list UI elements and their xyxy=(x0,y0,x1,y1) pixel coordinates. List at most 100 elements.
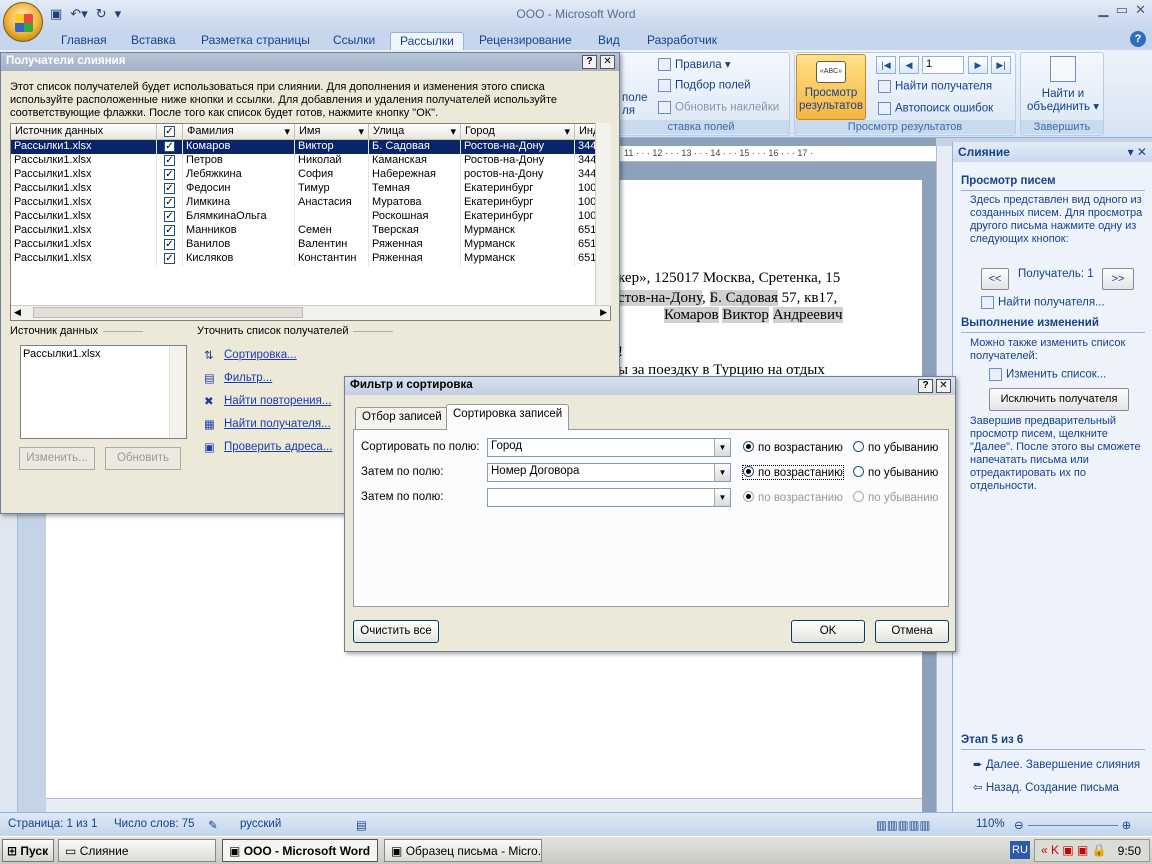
table-row[interactable]: Рассылки1.xlsx ✓ Лебяжкина София Набережная р… xyxy=(11,168,610,182)
tray-icons[interactable]: « K ▣ ▣ 🔒 xyxy=(1041,843,1107,857)
source-list-scrollbar[interactable] xyxy=(169,346,186,438)
cell-include-checkbox[interactable]: ✓ xyxy=(157,238,183,252)
close-icon[interactable]: ✕ xyxy=(936,379,951,393)
data-source-item[interactable]: Рассылки1.xlsx xyxy=(23,348,101,360)
page-count[interactable]: Страница: 1 из 1 xyxy=(8,818,97,830)
grid-horizontal-scrollbar[interactable]: ◀ ▶ xyxy=(11,305,610,320)
office-button[interactable] xyxy=(3,2,43,42)
table-row[interactable]: Рассылки1.xlsx ✓ Комаров Виктор Б. Садовая Ро… xyxy=(11,140,610,154)
insert-field-partial[interactable]: поле xyxy=(622,92,647,104)
cell-include-checkbox[interactable]: ✓ xyxy=(157,210,183,224)
record-number-input[interactable]: 1 xyxy=(922,56,964,74)
maximize-icon[interactable]: ▭ xyxy=(1116,2,1128,17)
cell-include-checkbox[interactable]: ✓ xyxy=(157,168,183,182)
table-row[interactable]: Рассылки1.xlsx ✓ Ванилов Валентин Ряженная Му… xyxy=(11,238,610,252)
help-icon[interactable]: ? xyxy=(918,379,933,393)
taskbar-item-letter[interactable]: ▣ Образец письма - Micro... xyxy=(384,839,542,862)
rules-button[interactable]: Правила ▾ xyxy=(658,57,731,72)
grid-vertical-scrollbar[interactable] xyxy=(595,123,611,306)
column-header-surname[interactable]: Фамилия ▾ xyxy=(183,124,295,140)
help-icon[interactable]: ? xyxy=(582,55,597,69)
column-header-name[interactable]: Имя ▾ xyxy=(295,124,369,140)
next-step-link[interactable]: ➨ Далее. Завершение слияния xyxy=(973,757,1140,771)
table-row[interactable]: Рассылки1.xlsx ✓ Манников Семен Тверская Мурм… xyxy=(11,224,610,238)
cell-include-checkbox[interactable]: ✓ xyxy=(157,224,183,238)
task-pane-close-icon[interactable]: ▾ ✕ xyxy=(1128,145,1147,159)
autocheck-errors-button[interactable]: Автопоиск ошибок xyxy=(878,102,993,115)
word-count[interactable]: Число слов: 75 xyxy=(114,818,195,830)
sort3-ascending-radio[interactable]: по возрастанию xyxy=(743,491,843,504)
cancel-button[interactable]: Отмена xyxy=(875,620,949,643)
tab-mailings[interactable]: Рассылки xyxy=(390,32,464,50)
zoom-level[interactable]: 110% xyxy=(976,818,1005,830)
minimize-icon[interactable]: ▁ xyxy=(1098,2,1108,17)
tab-view[interactable]: Вид xyxy=(589,32,629,50)
last-record-button[interactable]: ▶| xyxy=(991,56,1011,74)
then-by-combo-2[interactable]: ▼ xyxy=(487,488,731,507)
tab-insert[interactable]: Вставка xyxy=(122,32,185,50)
match-fields-button[interactable]: Подбор полей xyxy=(658,79,751,92)
cell-include-checkbox[interactable]: ✓ xyxy=(157,196,183,210)
tab-page-layout[interactable]: Разметка страницы xyxy=(192,32,319,50)
document-horizontal-scrollbar[interactable] xyxy=(46,798,922,812)
find-recipient-button[interactable]: Найти получателя xyxy=(878,80,992,93)
macro-icon[interactable]: ▤ xyxy=(356,818,367,832)
edit-recipient-list-link[interactable]: Изменить список... xyxy=(989,368,1106,381)
first-record-button[interactable]: |◀ xyxy=(876,56,896,74)
cell-include-checkbox[interactable]: ✓ xyxy=(157,182,183,196)
input-language[interactable]: RU xyxy=(1010,841,1030,859)
scroll-thumb[interactable] xyxy=(33,307,303,318)
language[interactable]: русский xyxy=(240,818,281,830)
close-icon[interactable]: ✕ xyxy=(1135,2,1146,17)
recipients-grid[interactable]: Источник данных ✓ Фамилия ▾ Имя ▾ Улица ▾ Г… xyxy=(10,123,611,321)
tab-home[interactable]: Главная xyxy=(52,32,116,50)
next-record-button[interactable]: ▶ xyxy=(968,56,988,74)
prev-recipient-button[interactable]: << xyxy=(981,268,1009,290)
data-source-list[interactable]: Рассылки1.xlsx xyxy=(20,345,187,439)
start-button[interactable]: ⊞ Пуск xyxy=(2,839,54,862)
update-labels-button[interactable]: Обновить наклейки xyxy=(658,101,779,114)
zoom-slider[interactable]: ⊖ ⊕ xyxy=(1014,818,1140,832)
find-recipient-link[interactable]: ▦ Найти получателя... xyxy=(204,417,331,431)
exclude-recipient-button[interactable]: Исключить получателя xyxy=(989,388,1129,411)
sort-by-combo[interactable]: Город ▼ xyxy=(487,438,731,457)
taskbar-item-word[interactable]: ▣ ООО - Microsoft Word xyxy=(222,839,378,862)
table-row[interactable]: Рассылки1.xlsx ✓ Петров Николай Каманская Рос… xyxy=(11,154,610,168)
cell-include-checkbox[interactable]: ✓ xyxy=(157,140,183,154)
filter-link[interactable]: ▤ Фильтр... xyxy=(204,371,272,385)
scroll-right-icon[interactable]: ▶ xyxy=(600,307,607,318)
refresh-source-button[interactable]: Обновить xyxy=(105,447,181,470)
insert-field-partial2[interactable]: ля xyxy=(622,105,635,117)
edit-source-button[interactable]: Изменить... xyxy=(19,447,95,470)
sort2-ascending-radio[interactable]: по возрастанию xyxy=(742,465,844,480)
table-row[interactable]: Рассылки1.xlsx ✓ БлямкинаОльга Роскошная Ека… xyxy=(11,210,610,224)
sort2-descending-radio[interactable]: по убыванию xyxy=(853,466,938,479)
view-buttons-icon[interactable]: ▥▥▥▥▥ xyxy=(876,818,930,832)
sort1-descending-radio[interactable]: по убыванию xyxy=(853,441,938,454)
sort1-ascending-radio[interactable]: по возрастанию xyxy=(743,441,843,454)
column-header-city[interactable]: Город ▾ xyxy=(461,124,575,140)
spelling-icon[interactable]: ✎ xyxy=(208,818,218,832)
tab-filter-records[interactable]: Отбор записей xyxy=(355,407,449,429)
cell-include-checkbox[interactable]: ✓ xyxy=(157,252,183,266)
close-icon[interactable]: ✕ xyxy=(600,55,615,69)
table-row[interactable]: Рассылки1.xlsx ✓ Лимкина Анастасия Муратова Е… xyxy=(11,196,610,210)
clear-all-button[interactable]: Очистить все xyxy=(353,620,439,643)
preview-results-button[interactable]: «ABC» Просмотр результатов xyxy=(796,54,866,120)
column-header-source[interactable]: Источник данных xyxy=(11,124,157,140)
ok-button[interactable]: OK xyxy=(791,620,865,643)
scroll-left-icon[interactable]: ◀ xyxy=(14,307,21,318)
then-by-combo[interactable]: Номер Договора ▼ xyxy=(487,463,731,482)
sort-link[interactable]: ⇅ Сортировка... xyxy=(204,348,297,362)
prev-step-link[interactable]: ⇦ Назад. Создание письма xyxy=(973,780,1119,794)
tab-references[interactable]: Ссылки xyxy=(324,32,384,50)
next-recipient-button[interactable]: >> xyxy=(1102,268,1134,290)
tab-developer[interactable]: Разработчик xyxy=(638,32,726,50)
tab-sort-records[interactable]: Сортировка записей xyxy=(446,404,570,430)
table-row[interactable]: Рассылки1.xlsx ✓ Кисляков Константин Ряженна… xyxy=(11,252,610,266)
finish-merge-button[interactable]: Найти и объединить ▾ xyxy=(1026,56,1100,114)
column-header-street[interactable]: Улица ▾ xyxy=(369,124,461,140)
sort3-descending-radio[interactable]: по убыванию xyxy=(853,491,938,504)
find-duplicates-link[interactable]: ✖ Найти повторения... xyxy=(204,394,331,408)
taskbar-item-merge[interactable]: ▭ Слияние xyxy=(58,839,216,862)
